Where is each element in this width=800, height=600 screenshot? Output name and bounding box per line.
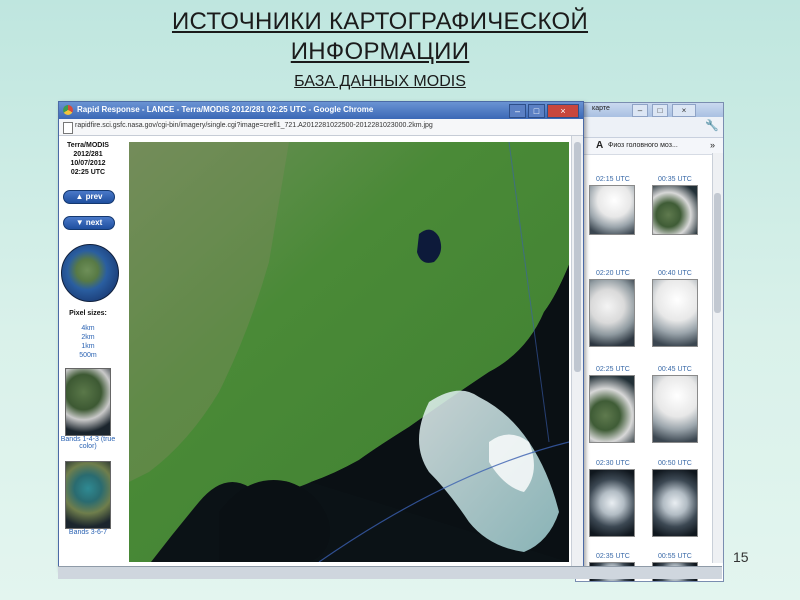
modis-thumbnail[interactable] — [589, 185, 635, 235]
chevron-right-icon[interactable]: » — [710, 140, 715, 150]
rapid-response-browser-window[interactable]: Rapid Response - LANCE - Terra/MODIS 201… — [58, 101, 584, 570]
background-tab-label[interactable]: карте — [592, 105, 610, 112]
modis-thumbnail[interactable] — [652, 185, 698, 235]
address-bar[interactable]: rapidfire.sci.gsfc.nasa.gov/cgi-bin/imag… — [59, 119, 583, 136]
background-bookmarks-bar: A Фиоз головного моз... » — [576, 138, 723, 155]
modis-thumbnail[interactable] — [652, 469, 698, 537]
modis-thumbnail[interactable] — [652, 279, 698, 347]
wrench-icon[interactable]: 🔧 — [705, 120, 719, 132]
taskbar-strip — [58, 566, 722, 579]
thumb-time-label[interactable]: 00:40 UTC — [658, 270, 692, 277]
slide-title-line1: ИСТОЧНИКИ КАРТОГРАФИЧЕСКОЙ — [171, 8, 589, 35]
thumb-time-label[interactable]: 02:25 UTC — [596, 366, 630, 373]
satellite-image[interactable] — [129, 142, 569, 562]
band-caption[interactable]: Bands 3-6-7 — [59, 529, 117, 536]
close-button[interactable]: × — [547, 104, 579, 118]
thumb-time-label[interactable]: 02:30 UTC — [596, 460, 630, 467]
vertical-scrollbar[interactable] — [571, 136, 583, 569]
thumb-time-label[interactable]: 00:50 UTC — [658, 460, 692, 467]
modis-thumbnail[interactable] — [589, 469, 635, 537]
pixel-sizes-title: Pixel sizes: — [69, 310, 107, 317]
band-thumbnail-367[interactable] — [65, 461, 111, 529]
scrollbar-thumb[interactable] — [714, 193, 721, 313]
url-text[interactable]: rapidfire.sci.gsfc.nasa.gov/cgi-bin/imag… — [75, 122, 433, 129]
minimize-button[interactable]: – — [509, 104, 526, 118]
modis-thumbnail[interactable] — [589, 375, 635, 443]
window-title: Rapid Response - LANCE - Terra/MODIS 201… — [77, 105, 374, 114]
background-titlebar[interactable]: карте – □ × — [576, 103, 723, 117]
satellite-name: Terra/MODIS — [67, 142, 109, 149]
background-minimize-button[interactable]: – — [632, 104, 648, 117]
background-browser-window[interactable]: карте – □ × 🔧 A Фиоз головного моз... » … — [575, 102, 724, 582]
time-utc: 02:25 UTC — [70, 169, 106, 176]
thumb-time-label[interactable]: 00:55 UTC — [658, 553, 692, 560]
satellite-image-graphic — [129, 142, 569, 562]
bookmark-item[interactable]: Фиоз головного моз... — [608, 142, 678, 149]
background-close-button[interactable]: × — [672, 104, 696, 117]
pixel-size-link-1km[interactable]: 1km — [59, 343, 117, 350]
slide-title-line2: ИНФОРМАЦИИ — [290, 38, 470, 65]
modis-thumbnail[interactable] — [652, 375, 698, 443]
pixel-size-link-4km[interactable]: 4km — [59, 325, 117, 332]
pixel-size-link-500m[interactable]: 500m — [59, 352, 117, 359]
thumb-time-label[interactable]: 02:35 UTC — [596, 553, 630, 560]
globe-locator-icon[interactable] — [61, 244, 119, 302]
date-calendar: 10/07/2012 — [70, 160, 106, 167]
pixel-size-link-2km[interactable]: 2km — [59, 334, 117, 341]
maximize-button[interactable]: □ — [528, 104, 545, 118]
thumb-time-label[interactable]: 02:15 UTC — [596, 176, 630, 183]
thumb-time-label[interactable]: 02:20 UTC — [596, 270, 630, 277]
scrollbar-thumb[interactable] — [574, 142, 581, 372]
bookmark-a-icon: A — [596, 140, 604, 151]
page-icon — [63, 122, 73, 134]
slide-subtitle: БАЗА ДАННЫХ MODIS — [294, 73, 466, 90]
window-titlebar[interactable]: Rapid Response - LANCE - Terra/MODIS 201… — [59, 102, 583, 119]
chrome-icon — [63, 105, 73, 115]
background-address-bar[interactable]: 🔧 — [576, 117, 723, 138]
next-button[interactable]: ▼ next — [63, 216, 115, 230]
slide-page-number: 15 — [733, 549, 749, 565]
thumb-time-label[interactable]: 00:35 UTC — [658, 176, 692, 183]
background-scrollbar[interactable] — [712, 153, 723, 563]
modis-thumbnail[interactable] — [589, 279, 635, 347]
prev-button[interactable]: ▲ prev — [63, 190, 115, 204]
left-info-panel: Terra/MODIS 2012/281 10/07/2012 02:25 UT… — [59, 136, 125, 569]
background-maximize-button[interactable]: □ — [652, 104, 668, 117]
thumb-time-label[interactable]: 00:45 UTC — [658, 366, 692, 373]
date-julian: 2012/281 — [73, 151, 103, 158]
band-caption[interactable]: Bands 1-4-3 (true color) — [59, 436, 117, 450]
band-thumbnail-true-color[interactable] — [65, 368, 111, 436]
